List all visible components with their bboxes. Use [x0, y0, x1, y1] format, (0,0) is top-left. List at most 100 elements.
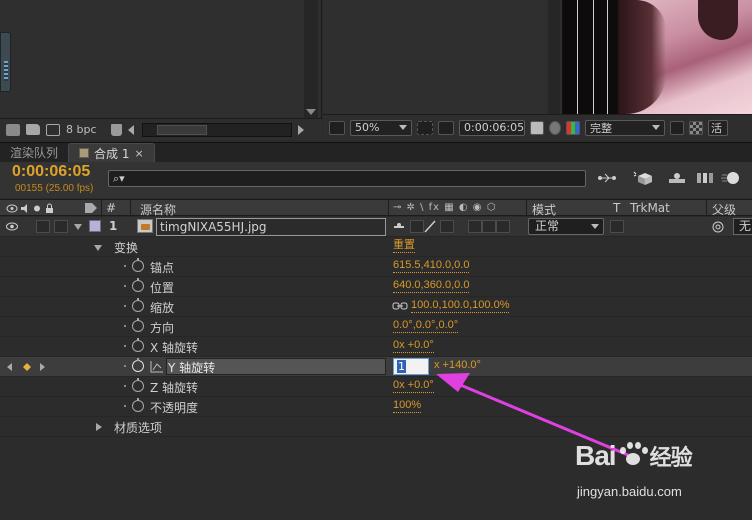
- transform-reset-link[interactable]: 重置: [393, 239, 415, 253]
- parent-dropdown[interactable]: 无: [733, 218, 752, 235]
- close-icon[interactable]: ×: [134, 147, 143, 160]
- channels-icon[interactable]: [566, 120, 580, 135]
- bit-depth-label[interactable]: 8 bpc: [66, 123, 97, 136]
- stopwatch-icon[interactable]: [132, 338, 144, 352]
- new-composition-icon[interactable]: [46, 123, 60, 136]
- property-row-z-rotation[interactable]: Z 轴旋转 0x +0.0°: [0, 377, 752, 397]
- layer-number: 1: [109, 219, 118, 233]
- property-row-x-rotation[interactable]: X 轴旋转 0x +0.0°: [0, 337, 752, 357]
- stopwatch-icon[interactable]: [132, 378, 144, 392]
- project-horizontal-scrollbar[interactable]: [141, 122, 292, 137]
- new-folder-icon[interactable]: [26, 124, 40, 135]
- stopwatch-icon[interactable]: [132, 278, 144, 292]
- x-rotation-value[interactable]: 0x +0.0°: [393, 339, 434, 353]
- y-rotation-edit-field[interactable]: 1: [393, 358, 429, 375]
- tab-label: 渲染队列: [10, 146, 59, 160]
- frame-rate-display: 00155 (25.00 fps): [15, 183, 94, 194]
- material-twirl-icon[interactable]: [96, 423, 102, 431]
- scroll-left-arrow-icon[interactable]: [127, 124, 134, 135]
- scrollbar-thumb[interactable]: [156, 124, 207, 135]
- hide-shy-layers-icon[interactable]: [666, 170, 688, 186]
- property-row-y-rotation[interactable]: Y 轴旋转 1 x +140.0°: [0, 357, 752, 377]
- shy-switch-icon[interactable]: [392, 221, 406, 232]
- motion-blur-switch[interactable]: [468, 220, 482, 233]
- preserve-transparency-switch[interactable]: [610, 220, 624, 233]
- anchor-value[interactable]: 615.5,410.0,0.0: [393, 259, 470, 273]
- project-vertical-scrollbar[interactable]: [304, 0, 318, 118]
- stopwatch-icon[interactable]: [132, 298, 144, 312]
- property-label: Y 轴旋转: [168, 361, 216, 375]
- layer-label-color[interactable]: [89, 220, 101, 232]
- scroll-down-arrow-icon[interactable]: [306, 109, 316, 115]
- property-row-position[interactable]: 位置 640.0,360.0,0.0: [0, 277, 752, 297]
- audio-meter-icon: [4, 61, 8, 81]
- av-features-icons[interactable]: [6, 203, 68, 214]
- property-row-opacity[interactable]: 不透明度 100%: [0, 397, 752, 417]
- adjustment-switch[interactable]: [482, 220, 496, 233]
- quality-switch-icon[interactable]: [424, 220, 436, 233]
- opacity-value[interactable]: 100%: [393, 399, 422, 413]
- draft-3d-icon[interactable]: [632, 170, 654, 186]
- tab-composition-1[interactable]: 合成 1 ×: [68, 143, 155, 162]
- pick-whip-icon[interactable]: [712, 221, 724, 233]
- region-toggle-icon[interactable]: [670, 120, 684, 135]
- motion-blur-icon[interactable]: [720, 170, 742, 186]
- lock-switch[interactable]: [54, 220, 68, 233]
- zoom-dropdown[interactable]: 50%: [350, 119, 412, 136]
- composition-mini-flowchart-icon[interactable]: [596, 170, 618, 186]
- column-source-name[interactable]: 源名称: [140, 201, 176, 218]
- watermark-brand-cn: 经验: [649, 445, 693, 470]
- search-icon: ⌕▾: [113, 171, 125, 185]
- stopwatch-icon[interactable]: [132, 398, 144, 412]
- stopwatch-active-icon[interactable]: [132, 358, 144, 372]
- z-rotation-value[interactable]: 0x +0.0°: [393, 379, 434, 393]
- blend-mode-dropdown[interactable]: 正常: [528, 218, 604, 235]
- timeline-search-input[interactable]: ⌕▾: [108, 170, 586, 187]
- chevron-down-icon: [399, 125, 407, 130]
- footage-image: [618, 0, 752, 114]
- active-camera-dropdown[interactable]: 活: [708, 119, 728, 136]
- transparency-grid-icon[interactable]: [438, 120, 454, 135]
- transform-twirl-icon[interactable]: [94, 245, 102, 251]
- scroll-right-arrow-icon[interactable]: [297, 124, 304, 135]
- layer-source-name[interactable]: timgNIXA55HJ.jpg: [156, 218, 386, 236]
- collapse-switch[interactable]: [410, 220, 424, 233]
- stopwatch-icon[interactable]: [132, 318, 144, 332]
- scale-value[interactable]: 100.0,100.0,100.0%: [411, 299, 510, 313]
- effect-switch[interactable]: [440, 220, 454, 233]
- eye-icon[interactable]: [6, 222, 18, 231]
- trash-icon[interactable]: [110, 123, 122, 136]
- frame-blending-icon[interactable]: [694, 170, 716, 186]
- orientation-value[interactable]: 0.0°,0.0°,0.0°: [393, 319, 459, 333]
- graph-editor-icon[interactable]: [150, 360, 164, 373]
- layer-twirl-icon[interactable]: [74, 224, 82, 230]
- current-time-display[interactable]: 0:00:06:05: [12, 163, 90, 181]
- y-rotation-degrees[interactable]: x +140.0°: [434, 359, 481, 372]
- constrain-proportions-icon[interactable]: [392, 301, 408, 311]
- watermark-url: jingyan.baidu.com: [577, 484, 682, 499]
- show-snapshot-icon[interactable]: [549, 120, 561, 135]
- panel-edge-tab[interactable]: [0, 32, 11, 92]
- viewer-timecode[interactable]: 0:00:06:05: [459, 119, 525, 136]
- property-row-scale[interactable]: 缩放 100.0,100.0,100.0%: [0, 297, 752, 317]
- always-preview-icon[interactable]: [329, 120, 345, 135]
- keyframe-navigator[interactable]: [6, 362, 46, 372]
- 3d-layer-switch[interactable]: [496, 220, 510, 233]
- interpret-footage-icon[interactable]: [6, 123, 20, 136]
- property-row-orientation[interactable]: 方向 0.0°,0.0°,0.0°: [0, 317, 752, 337]
- checkerboard-icon[interactable]: [689, 120, 703, 135]
- viewer-vertical-scrollbar[interactable]: [548, 0, 560, 114]
- solo-switch[interactable]: [36, 220, 50, 233]
- layer-row[interactable]: 1 timgNIXA55HJ.jpg 正常 无: [0, 217, 752, 237]
- stopwatch-icon[interactable]: [132, 258, 144, 272]
- property-row-anchor[interactable]: 锚点 615.5,410.0,0.0: [0, 257, 752, 277]
- guide-line: [577, 0, 578, 114]
- tab-render-queue[interactable]: 渲染队列: [0, 143, 68, 162]
- position-value[interactable]: 640.0,360.0,0.0: [393, 279, 470, 293]
- resolution-dropdown[interactable]: 完整: [585, 119, 665, 136]
- camera-snapshot-icon[interactable]: [530, 120, 544, 135]
- transform-group-row[interactable]: 变换 重置: [0, 237, 752, 257]
- guide-line: [593, 0, 594, 114]
- material-options-row[interactable]: 材质选项: [0, 417, 752, 437]
- region-of-interest-icon[interactable]: [417, 120, 433, 135]
